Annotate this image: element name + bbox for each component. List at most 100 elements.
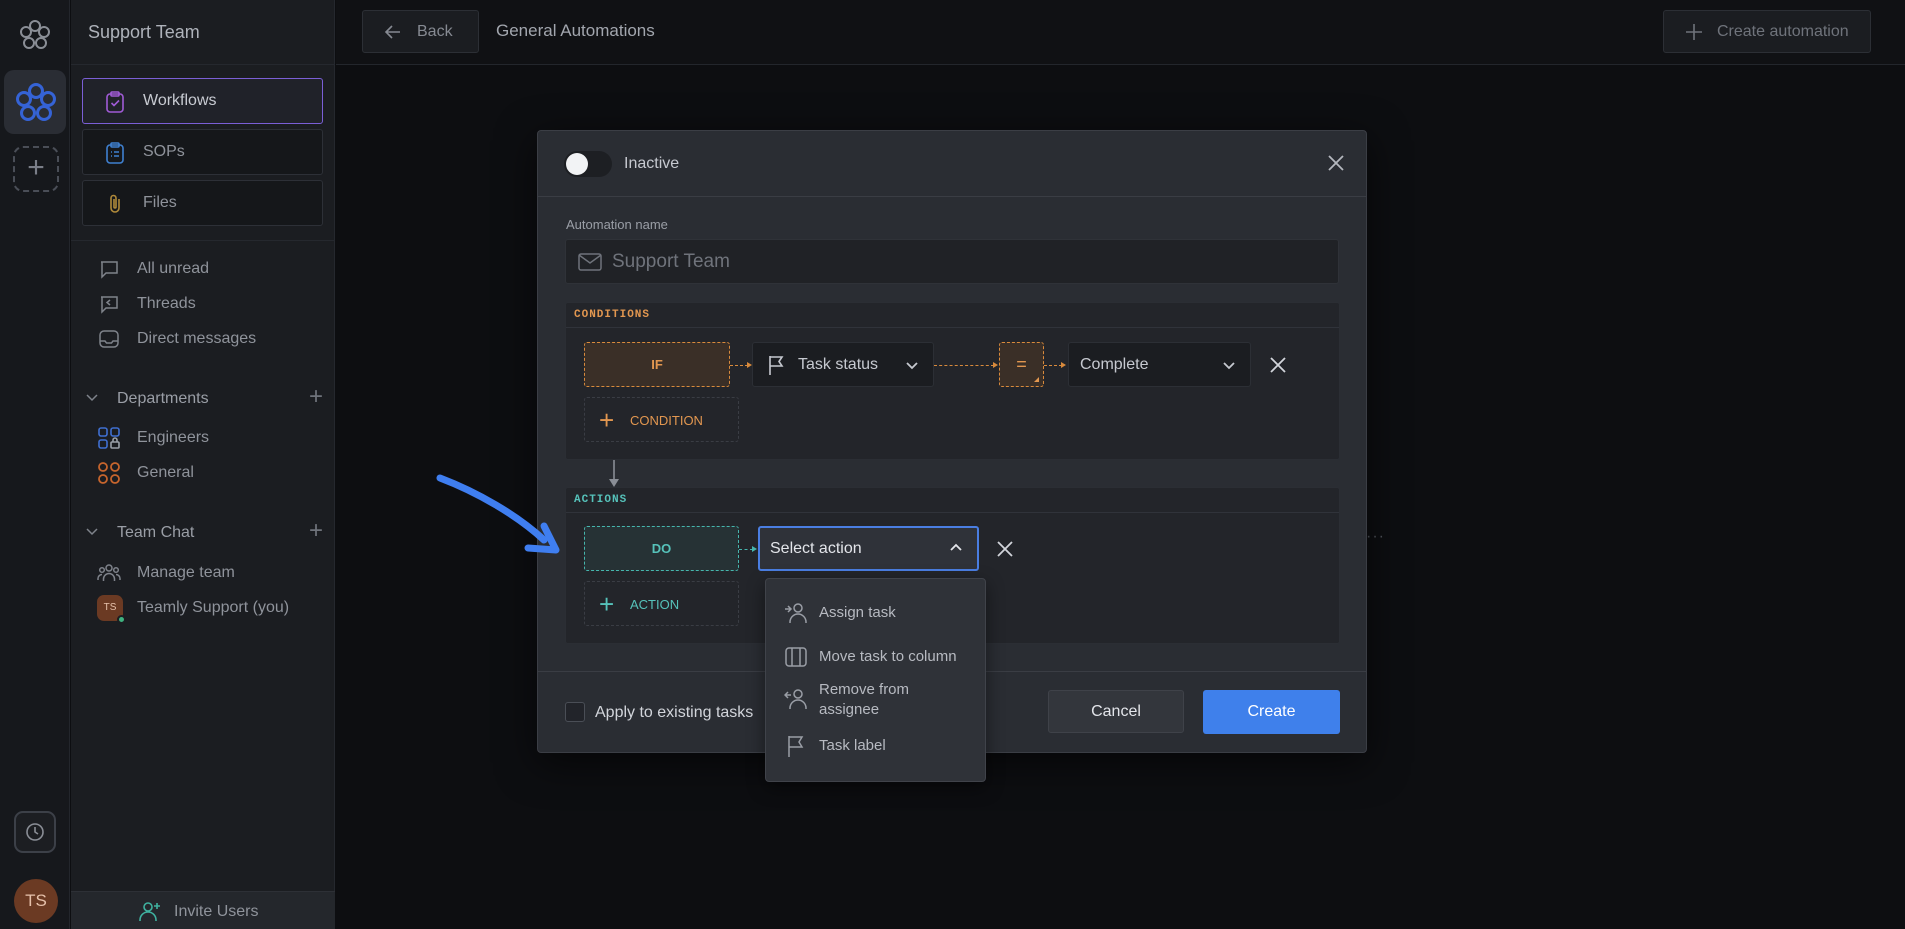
- active-toggle[interactable]: [564, 151, 612, 177]
- section-team-chat[interactable]: Team Chat +: [85, 519, 323, 545]
- menu-item-assign-task[interactable]: Assign task: [766, 601, 985, 625]
- workspace-rail: + TS: [0, 0, 70, 929]
- team-icon: [97, 564, 121, 581]
- menu-item-label: Assign task: [819, 604, 896, 621]
- create-button[interactable]: Create: [1203, 690, 1340, 734]
- clipboard-list-icon: [106, 142, 124, 164]
- chevron-up-icon: [950, 543, 962, 551]
- threads-icon: [101, 296, 118, 314]
- add-action-label: ACTION: [630, 597, 680, 612]
- create-automation-label: Create automation: [1717, 23, 1849, 40]
- connector-arrow: [752, 546, 757, 552]
- connector: [739, 549, 753, 550]
- close-icon[interactable]: [1326, 153, 1346, 173]
- menu-item-move-task[interactable]: Move task to column: [766, 645, 985, 669]
- add-department-button[interactable]: +: [309, 385, 323, 409]
- conditions-title: CONDITIONS: [574, 309, 651, 321]
- divider: [538, 196, 1366, 197]
- workspace-support-team[interactable]: [4, 70, 66, 134]
- clipboard-check-icon: [106, 91, 124, 113]
- divider: [566, 512, 1339, 513]
- create-automation-button[interactable]: Create automation: [1663, 10, 1871, 53]
- condition-field-select[interactable]: Task status: [752, 342, 934, 387]
- page-title: General Automations: [496, 21, 655, 40]
- menu-item-label: Move task to column: [819, 648, 957, 665]
- add-condition-label: CONDITION: [630, 413, 703, 428]
- chat-bubble-icon: [101, 261, 118, 279]
- nav-files[interactable]: Files: [82, 180, 323, 226]
- assign-user-icon: [785, 603, 807, 623]
- section-label: Team Chat: [117, 524, 195, 541]
- link-label: Engineers: [137, 429, 210, 446]
- back-button[interactable]: Back: [362, 10, 479, 53]
- resize-corner-icon: [1034, 377, 1039, 382]
- menu-item-task-label[interactable]: Task label: [766, 734, 985, 758]
- operator-select[interactable]: =: [999, 342, 1044, 387]
- annotation-arrow-icon: [436, 474, 560, 554]
- history-clock-icon[interactable]: [14, 811, 56, 853]
- add-action-button[interactable]: + ACTION: [584, 581, 739, 626]
- condition-value: Complete: [1080, 356, 1149, 373]
- automation-name-field[interactable]: [565, 239, 1339, 284]
- condition-value-select[interactable]: Complete: [1068, 342, 1251, 387]
- arrow-left-icon: [384, 25, 400, 39]
- add-chat-button[interactable]: +: [309, 519, 323, 543]
- circles-grid-icon: [98, 462, 120, 484]
- chevron-down-icon: [1223, 362, 1235, 370]
- toggle-label: Inactive: [624, 155, 680, 172]
- nav-label: SOPs: [143, 143, 185, 160]
- sidebar: Support Team Workflows SOPs Files All un…: [71, 0, 335, 929]
- select-action-dropdown[interactable]: Select action: [758, 526, 979, 571]
- link-label: Direct messages: [137, 330, 257, 347]
- toggle-knob: [566, 153, 588, 175]
- link-label: General: [137, 464, 194, 481]
- remove-condition-icon[interactable]: [1269, 356, 1287, 374]
- add-condition-button[interactable]: + CONDITION: [584, 397, 739, 442]
- actions-title: ACTIONS: [574, 494, 628, 506]
- invite-users-button[interactable]: Invite Users: [71, 891, 335, 929]
- operator-value: =: [1016, 354, 1027, 374]
- columns-icon: [785, 647, 807, 667]
- condition-field-value: Task status: [798, 356, 879, 373]
- locked-grid-icon: [98, 427, 120, 449]
- remove-user-icon: [784, 689, 807, 709]
- automation-name-label: Automation name: [566, 217, 668, 232]
- inbox-icon: [99, 330, 119, 348]
- automation-name-input[interactable]: [612, 240, 1312, 283]
- section-label: Departments: [117, 390, 209, 407]
- add-workspace-button[interactable]: +: [13, 146, 59, 192]
- nav-workflows[interactable]: Workflows: [82, 78, 323, 124]
- do-block: DO: [584, 526, 739, 571]
- menu-item-label: Remove from assignee: [819, 681, 910, 718]
- chevron-down-icon: [86, 528, 98, 536]
- nav-sops[interactable]: SOPs: [82, 129, 323, 175]
- more-dots: ···: [1366, 528, 1385, 545]
- link-label: Teamly Support (you): [137, 599, 290, 616]
- app-logo-icon[interactable]: [18, 18, 52, 52]
- remove-action-icon[interactable]: [996, 540, 1014, 558]
- mail-icon: [578, 253, 602, 271]
- chevron-down-icon: [906, 362, 918, 370]
- plus-icon: +: [599, 405, 615, 435]
- paperclip-icon: [110, 194, 120, 213]
- flag-icon: [769, 356, 784, 375]
- connector-arrow: [1061, 362, 1066, 368]
- add-user-icon: [139, 902, 160, 921]
- connector-arrow: [993, 362, 998, 368]
- if-block: IF: [584, 342, 730, 387]
- top-bar: Back General Automations Create automati…: [336, 0, 1905, 65]
- plus-icon: [1686, 24, 1702, 40]
- nav-label: Workflows: [143, 92, 217, 109]
- connector: [730, 365, 748, 366]
- flow-down-arrow-icon: [609, 460, 619, 487]
- section-departments[interactable]: Departments +: [85, 385, 323, 411]
- online-status-dot: [117, 615, 126, 624]
- link-label: Threads: [137, 295, 196, 312]
- apply-existing-checkbox[interactable]: [565, 702, 585, 722]
- action-menu: Assign task Move task to column Remove f…: [765, 578, 986, 782]
- divider: [566, 327, 1339, 328]
- cancel-button[interactable]: Cancel: [1048, 690, 1184, 733]
- menu-item-remove-assignee[interactable]: Remove from assignee: [766, 680, 985, 722]
- user-avatar[interactable]: TS: [14, 879, 58, 923]
- divider: [71, 240, 335, 241]
